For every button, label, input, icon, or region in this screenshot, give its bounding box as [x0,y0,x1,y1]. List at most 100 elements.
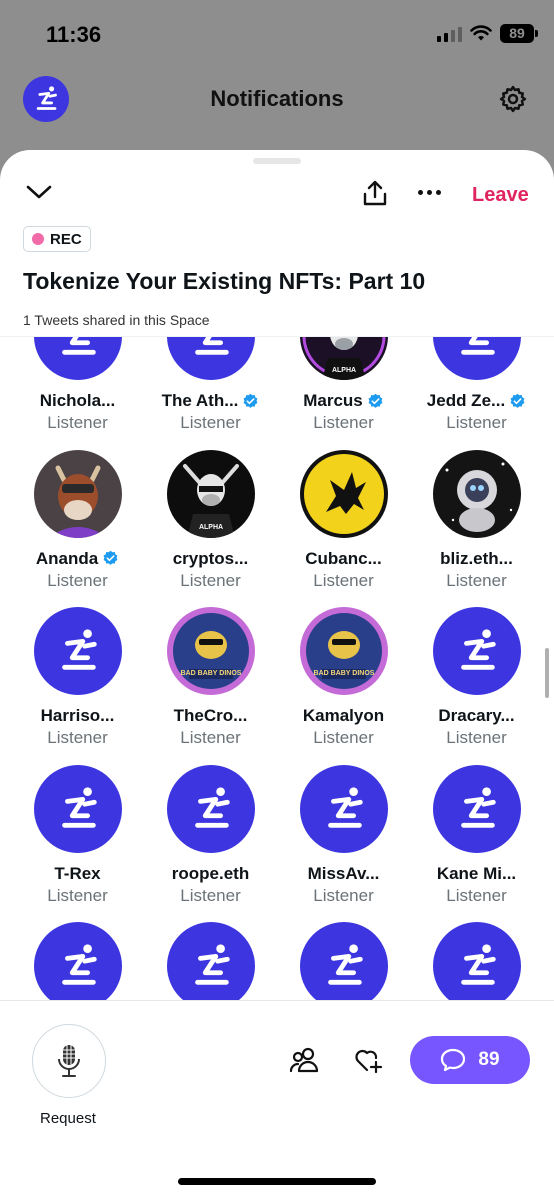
listener-item[interactable]: Cubanc... Listener [277,449,410,608]
more-options-icon[interactable] [418,190,441,195]
tweets-shared-link[interactable]: 1 Tweets shared in this Space [23,312,210,328]
listener-role: Listener [446,885,507,905]
avatar[interactable]: BAD BABY DINOS [166,607,255,695]
wifi-icon [470,25,492,41]
listener-item[interactable]: MissAv... Listener [277,764,410,923]
share-icon[interactable] [360,178,390,208]
avatar[interactable] [432,449,521,538]
listener-name-line: MissAv... [308,863,380,885]
listener-name: Jedd Ze... [426,391,506,410]
runner-logo-icon [194,944,230,985]
runner-logo-icon [460,337,495,355]
listener-role: Listener [446,728,507,747]
svg-text:BAD BABY DINOS: BAD BABY DINOS [180,670,241,677]
avatar[interactable] [166,337,255,380]
sheet-grabber[interactable] [253,158,301,164]
avatar[interactable] [33,449,122,538]
status-time: 11:36 [46,22,102,47]
listener-role: Listener [313,728,374,747]
listener-role: Listener [180,413,241,432]
avatar[interactable] [166,922,255,1000]
avatar[interactable] [299,922,388,1000]
listener-role: Listener [313,413,374,432]
listener-item[interactable]: bliz.eth... Listener [410,449,543,608]
listener-item[interactable]: ALPHA cryptos... Listener [144,449,277,608]
people-icon[interactable] [289,1046,319,1074]
avatar[interactable] [166,764,255,853]
request-mic-button[interactable] [32,1024,106,1098]
avatar[interactable] [33,922,122,1000]
listener-role: Listener [180,728,241,747]
listener-role: Listener [47,413,108,432]
verified-badge-icon [103,550,118,565]
listener-name: Cubanc... [305,548,382,568]
listener-name-line: Kamalyon [303,705,384,727]
avatar[interactable] [432,607,521,695]
page-title: Notifications [210,86,344,111]
listener-item[interactable]: ALPHA Marcus Listener [277,337,410,450]
runner-logo-icon [61,786,97,828]
listener-role: Listener [313,570,374,590]
battery-icon: 89 [500,24,538,43]
avatar[interactable] [299,449,388,538]
listener-item[interactable]: Jedd Ze... Listener [410,337,543,450]
avatar[interactable]: BAD BABY DINOS [299,607,388,695]
listener-name-line: Dracary... [438,705,514,727]
avatar[interactable]: ALPHA [299,337,388,380]
listener-name: T-Rex [54,863,101,883]
listener-item[interactable]: The Ath... Listener [144,337,277,450]
listener-name: The Ath... [161,391,239,410]
listener-item[interactable] [144,922,277,1000]
listener-item[interactable]: T-Rex Listener [11,764,144,923]
listener-item[interactable]: BAD BABY DINOS Kamalyon Listener [277,607,410,765]
runner-logo-icon [460,786,496,828]
avatar[interactable] [432,337,521,380]
listener-name-line: Ananda [36,548,119,570]
chevron-down-icon[interactable] [26,184,52,200]
scrollbar[interactable] [545,648,549,698]
listener-name: Kamalyon [302,706,385,725]
svg-text:ALPHA: ALPHA [331,367,355,374]
runner-logo-icon [460,944,496,985]
verified-badge-icon [243,393,258,408]
avatar[interactable] [432,922,521,1000]
leave-button[interactable]: Leave [472,184,529,207]
runner-logo-icon [327,786,363,828]
listener-item[interactable]: Harriso... Listener [11,607,144,765]
verified-badge-icon [368,393,383,408]
gear-icon[interactable] [498,84,528,114]
status-bar: 11:36 89 [0,0,554,70]
listener-item[interactable]: BAD BABY DINOS TheCro... Listener [144,607,277,765]
runner-logo-icon [327,944,363,985]
listener-item[interactable] [11,922,144,1000]
svg-text:ALPHA: ALPHA [198,524,222,531]
space-title: Tokenize Your Existing NFTs: Part 10 [23,268,426,294]
listener-role: Listener [47,885,108,905]
listener-name-line: Nichola... [40,390,116,412]
cellular-signal-icon [437,26,462,42]
avatar[interactable] [299,764,388,853]
listener-name-line: T-Rex [54,863,100,885]
avatar[interactable] [33,337,122,380]
listener-name-line: Cubanc... [305,548,382,570]
avatar[interactable] [432,764,521,853]
listener-item[interactable]: roope.eth Listener [144,764,277,923]
runner-logo-icon [460,629,496,670]
listener-item[interactable]: Kane Mi... Listener [410,764,543,923]
listener-name: Ananda [35,548,99,568]
heart-plus-icon[interactable] [354,1046,384,1074]
avatar[interactable]: ALPHA [166,449,255,538]
listener-item[interactable]: Ananda Listener [11,449,144,608]
listener-role: Listener [446,570,507,590]
listener-item[interactable]: Nichola... Listener [11,337,144,450]
microphone-icon [58,1045,80,1077]
chat-button[interactable]: 89 [410,1036,530,1084]
avatar[interactable] [33,764,122,853]
listener-role: Listener [446,413,507,432]
listener-name: TheCro... [173,706,248,725]
rec-label: REC [50,230,82,248]
listener-item[interactable] [410,922,543,1000]
avatar[interactable] [33,607,122,695]
listener-item[interactable] [277,922,410,1000]
listener-item[interactable]: Dracary... Listener [410,607,543,765]
